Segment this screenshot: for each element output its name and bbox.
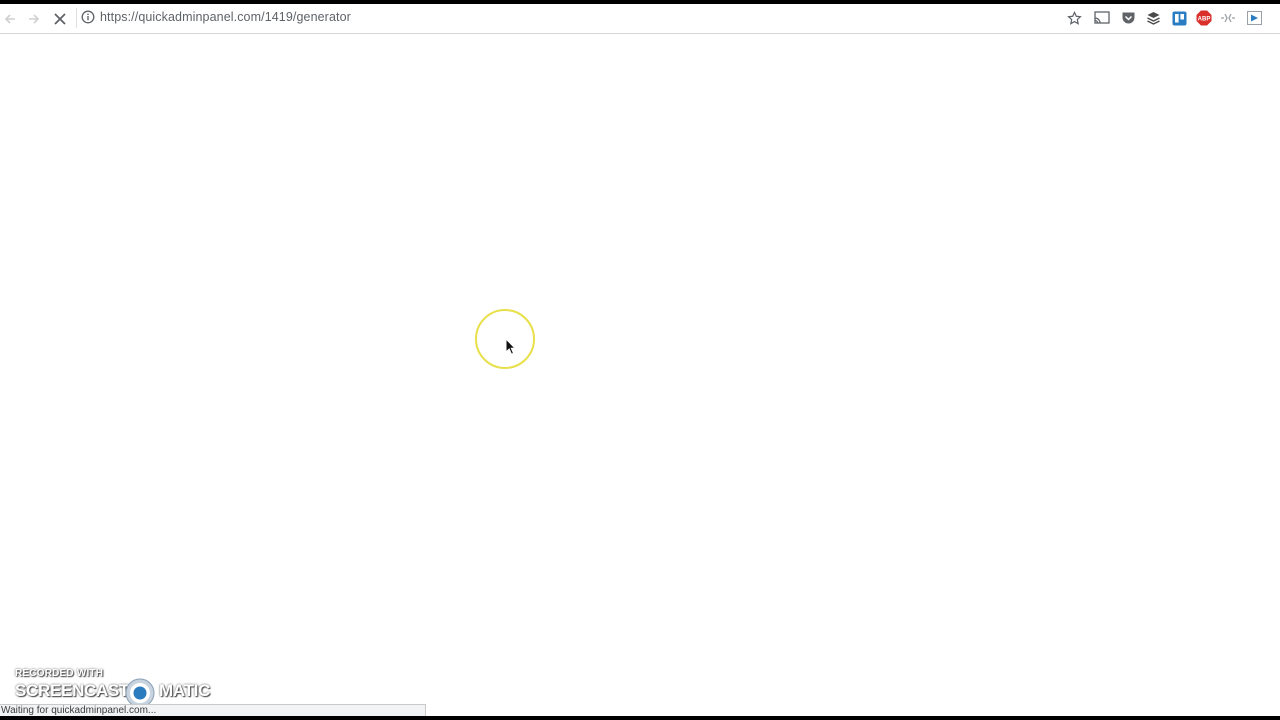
adblock-extension[interactable]: ABP	[1195, 9, 1213, 27]
watermark-brand-right: MATIC	[159, 681, 211, 700]
browser-toolbar: https://quickadminpanel.com/1419/generat…	[0, 4, 1280, 34]
abp-icon: ABP	[1196, 10, 1212, 26]
bookmark-button[interactable]	[1065, 9, 1083, 27]
page-content[interactable]: RECORDED WITH SCREENCAST MATIC Waiting f…	[0, 34, 1280, 716]
watermark-brand-left: SCREENCAST	[15, 681, 130, 700]
close-icon	[54, 13, 66, 25]
puzzle-extension[interactable]	[1219, 9, 1237, 27]
status-bar: Waiting for quickadminpanel.com...	[0, 704, 426, 716]
arrow-left-icon	[4, 14, 15, 24]
pocket-icon	[1122, 12, 1134, 24]
player-extension[interactable]	[1245, 9, 1263, 27]
mouse-cursor-icon	[505, 338, 517, 355]
play-icon	[1246, 11, 1262, 25]
watermark-recorded-with: RECORDED WITH	[15, 668, 104, 679]
trello-extension[interactable]	[1170, 9, 1188, 27]
arrow-right-icon	[29, 14, 40, 24]
star-icon	[1066, 10, 1082, 25]
address-bar[interactable]: https://quickadminpanel.com/1419/generat…	[100, 10, 351, 24]
info-icon[interactable]	[81, 10, 95, 24]
forward-button[interactable]	[24, 9, 44, 29]
puzzle-icon	[1221, 13, 1235, 23]
cast-button[interactable]	[1093, 9, 1111, 27]
cast-icon	[1094, 11, 1110, 24]
trello-icon	[1172, 11, 1186, 25]
buffer-extension[interactable]	[1144, 9, 1162, 27]
back-button[interactable]	[0, 9, 20, 29]
stop-loading-button[interactable]	[50, 9, 70, 29]
pocket-extension[interactable]	[1119, 9, 1137, 27]
browser-window: https://quickadminpanel.com/1419/generat…	[0, 4, 1280, 716]
stack-icon	[1146, 11, 1160, 25]
toolbar-divider	[76, 8, 77, 28]
abp-label: ABP	[1198, 17, 1211, 23]
